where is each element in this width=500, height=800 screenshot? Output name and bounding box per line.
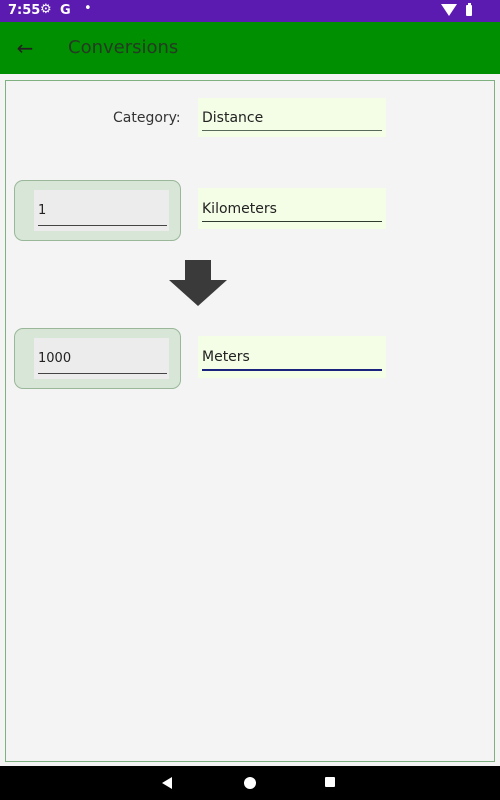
category-underline — [202, 130, 382, 131]
page-title: Conversions — [68, 37, 179, 58]
category-label: Category: — [113, 110, 181, 126]
google-icon: G — [60, 3, 71, 18]
down-arrow-icon — [169, 260, 227, 306]
from-unit-dropdown[interactable]: Kilometers — [198, 188, 386, 229]
nav-back-icon[interactable] — [162, 777, 172, 789]
to-value-box: 1000 — [14, 328, 181, 389]
from-value-underline — [38, 225, 167, 226]
to-value-input[interactable]: 1000 — [34, 338, 169, 379]
nav-home-icon[interactable] — [244, 777, 256, 789]
app-bar: ← Conversions — [0, 22, 500, 74]
from-value-text: 1 — [38, 203, 47, 218]
from-value-input[interactable]: 1 — [34, 190, 169, 231]
category-dropdown[interactable]: Distance — [198, 98, 386, 137]
settings-gear-icon: ⚙ — [40, 2, 52, 17]
battery-icon — [466, 3, 472, 16]
status-time: 7:55 — [8, 3, 41, 18]
back-arrow-icon[interactable]: ← — [12, 36, 38, 60]
status-bar: 7:55 ⚙ G • — [0, 0, 500, 22]
to-unit-underline — [202, 369, 382, 371]
from-unit-underline — [202, 221, 382, 222]
wifi-icon — [441, 4, 457, 16]
from-unit-value: Kilometers — [202, 201, 277, 217]
notification-dot-icon: • — [84, 1, 92, 16]
nav-recents-icon[interactable] — [325, 777, 335, 787]
to-unit-value: Meters — [202, 349, 250, 365]
to-unit-dropdown[interactable]: Meters — [198, 336, 386, 378]
navigation-bar — [0, 766, 500, 800]
to-value-text: 1000 — [38, 351, 72, 366]
category-value: Distance — [202, 110, 264, 126]
from-value-box: 1 — [14, 180, 181, 241]
to-value-underline — [38, 373, 167, 374]
